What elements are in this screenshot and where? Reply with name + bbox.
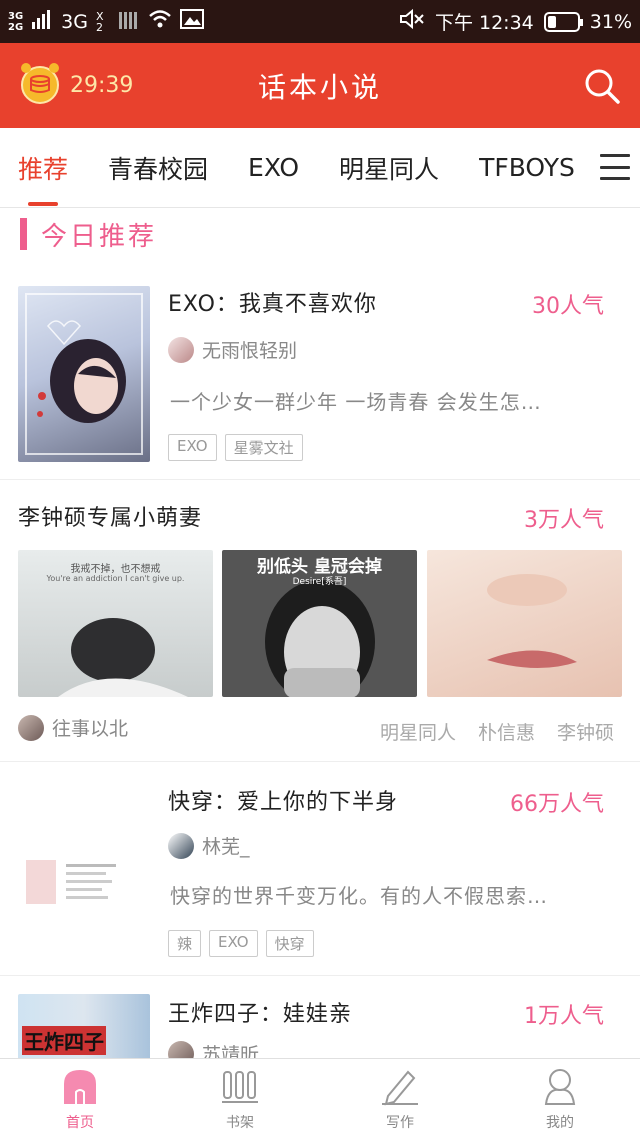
- mute-icon: [399, 8, 425, 35]
- book-cover: [427, 550, 622, 697]
- menu-icon[interactable]: [600, 154, 630, 180]
- app-header: 29:39 话本小说: [0, 43, 640, 128]
- tag[interactable]: 辣: [168, 930, 202, 957]
- section-marker: [20, 218, 27, 250]
- reading-timer[interactable]: 29:39: [18, 61, 133, 111]
- tag[interactable]: 李钟硕: [557, 718, 614, 745]
- tag[interactable]: 明星同人: [380, 718, 456, 745]
- author-avatar: [168, 832, 194, 859]
- network-label: 3G: [61, 10, 88, 33]
- author-avatar: [18, 714, 44, 741]
- book-cover: [18, 788, 150, 964]
- search-button[interactable]: [582, 66, 622, 106]
- tab-youth-campus[interactable]: 青春校园: [108, 150, 208, 186]
- book-card[interactable]: EXO：我真不喜欢你 30人气 无雨恨轻别 一个少女一群少年 一场青春 会发生怎…: [0, 262, 640, 480]
- nav-home-label: 首页: [66, 1115, 94, 1131]
- author-avatar: [168, 1040, 194, 1058]
- tab-recommended[interactable]: 推荐: [18, 150, 68, 206]
- author[interactable]: 无雨恨轻别: [168, 336, 297, 363]
- book-card[interactable]: 快穿：爱上你的下半身 66万人气 林芜_ 快穿的世界千变万化。有的人不假思索… …: [0, 762, 640, 976]
- cover-text: 王炸四子: [22, 1026, 106, 1055]
- book-title[interactable]: 李钟硕专属小萌妻: [18, 500, 202, 532]
- search-icon: [585, 69, 620, 104]
- battery-icon: [543, 11, 583, 32]
- battery-percent: 31%: [589, 10, 632, 33]
- nav-bookshelf-label: 书架: [226, 1115, 254, 1131]
- section-title: 今日推荐: [41, 221, 158, 252]
- tab-exo[interactable]: EXO: [248, 153, 299, 182]
- image-icon: [179, 8, 204, 35]
- tag-list: EXO 星雾文社: [168, 434, 303, 461]
- popularity: 1万人气: [524, 1004, 604, 1029]
- tag[interactable]: EXO: [209, 930, 258, 957]
- nav-bookshelf[interactable]: 书架: [160, 1059, 320, 1138]
- cover-caption-sub: Desire[系吾]: [292, 577, 347, 587]
- signal-bars-2-icon: [118, 8, 140, 35]
- profile-icon: [544, 1069, 576, 1105]
- tag[interactable]: 快穿: [265, 930, 314, 957]
- bottom-nav: 首页 书架 写作 我的: [0, 1058, 640, 1138]
- signal-1-label: 3G: [8, 10, 24, 22]
- section-header: 今日推荐: [20, 212, 157, 256]
- clock: 下午 12:34: [434, 12, 534, 34]
- home-icon: [64, 1070, 96, 1104]
- book-card[interactable]: 王炸四子 王炸四子：娃娃亲 1万人气 苏靖昕: [0, 976, 640, 1058]
- nav-profile[interactable]: 我的: [480, 1059, 640, 1138]
- coin-clock-icon: [18, 61, 62, 111]
- tag-list: 辣 EXO 快穿: [168, 930, 314, 957]
- book-cover: 我戒不掉，也不想戒 You're an addiction I can't gi…: [18, 550, 213, 697]
- popularity: 66万人气: [510, 792, 604, 817]
- tag[interactable]: 星雾文社: [224, 434, 303, 461]
- tab-tfboys[interactable]: TFBOYS: [479, 153, 575, 182]
- category-tabs: 推荐 青春校园 EXO 明星同人 TFBOYS: [0, 128, 640, 208]
- nav-write-label: 写作: [386, 1115, 414, 1131]
- author[interactable]: 往事以北: [18, 714, 128, 741]
- book-title[interactable]: 王炸四子：娃娃亲: [168, 996, 352, 1028]
- sim-label: X 2: [95, 9, 104, 34]
- signal-2-label: 2G: [8, 21, 24, 33]
- bookshelf-icon: [222, 1071, 258, 1103]
- book-cover: [18, 286, 150, 462]
- popularity: 30人气: [532, 294, 604, 319]
- author-name: 往事以北: [52, 718, 129, 740]
- pencil-icon: [382, 1070, 418, 1106]
- nav-home[interactable]: 首页: [0, 1059, 160, 1138]
- tab-celebrity-fanfic[interactable]: 明星同人: [339, 150, 439, 186]
- nav-write[interactable]: 写作: [320, 1059, 480, 1138]
- tag[interactable]: EXO: [168, 434, 217, 461]
- book-title[interactable]: EXO：我真不喜欢你: [168, 286, 377, 318]
- author-name: 苏靖昕: [202, 1044, 260, 1058]
- wifi-icon: [148, 8, 172, 35]
- book-cover: 王炸四子: [18, 994, 150, 1058]
- author[interactable]: 林芜_: [168, 832, 250, 859]
- book-description: 一个少女一群少年 一场青春 会发生怎…: [170, 390, 542, 414]
- author-avatar: [168, 336, 194, 363]
- author[interactable]: 苏靖昕: [168, 1040, 259, 1058]
- book-cover: 别低头 皇冠会掉 Desire[系吾]: [222, 550, 417, 697]
- book-card[interactable]: 李钟硕专属小萌妻 3万人气 我戒不掉，也不想戒 You're an addict…: [0, 480, 640, 762]
- signal-labels: 3G 2G: [8, 11, 23, 33]
- timer-value: 29:39: [70, 73, 134, 98]
- author-name: 无雨恨轻别: [202, 340, 298, 362]
- tag[interactable]: 朴信惠: [478, 718, 535, 745]
- signal-bars-icon: [31, 8, 53, 35]
- popularity: 3万人气: [524, 508, 604, 533]
- tag-list: 明星同人 朴信惠 李钟硕: [380, 718, 614, 745]
- book-title[interactable]: 快穿：爱上你的下半身: [168, 784, 398, 816]
- author-name: 林芜_: [202, 836, 250, 858]
- book-description: 快穿的世界千变万化。有的人不假思索…: [170, 884, 548, 908]
- status-bar: 3G 2G 3G X 2 下午 12:34 31%: [0, 0, 640, 43]
- nav-profile-label: 我的: [546, 1115, 574, 1131]
